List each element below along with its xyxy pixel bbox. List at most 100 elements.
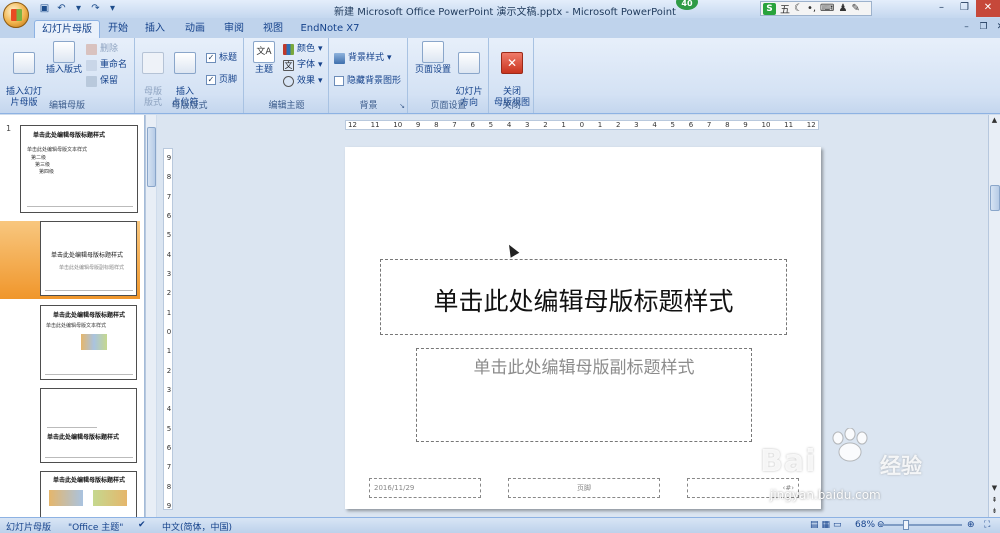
ime-mode-label[interactable]: 五 (780, 1, 790, 16)
ruler-tick-label: 1 (166, 347, 172, 356)
page-setup-button[interactable]: 页面设置 (413, 41, 453, 76)
title-check-icon: ✓ (206, 53, 216, 63)
horizontal-ruler[interactable]: 12 11 10 9 8 7 6 5 4 3 2 1 0 1 2 3 4 5 6 7 8 9 10 11 12 (345, 120, 819, 130)
tab-slide-master[interactable]: 幻灯片母版 (34, 20, 100, 38)
close-master-view-icon: ✕ (501, 52, 523, 74)
insert-layout-button[interactable]: 插入版式 (44, 41, 84, 76)
tab-insert[interactable]: 插入 (140, 20, 170, 38)
tab-endnote[interactable]: EndNote X7 (298, 20, 362, 38)
thumb-section-line (47, 427, 97, 428)
normal-view-icon[interactable]: ▤ (810, 520, 819, 530)
window-controls: – ❐ ✕ (930, 0, 1000, 17)
customize-qat-icon[interactable]: ▾ (106, 2, 119, 15)
user-icon[interactable]: ♟ (838, 3, 847, 14)
punctuation-icon[interactable]: •, (807, 3, 816, 14)
editor-vertical-scrollbar[interactable]: ▲ ▼ ⇞ ⇟ (988, 115, 1000, 517)
ruler-tick-label: 6 (688, 121, 694, 129)
baidu-jingyan-watermark: Bai 经验 jingyan.baidu.com (760, 428, 950, 510)
delete-button[interactable]: 删除 (86, 42, 118, 56)
master-layout-icon (142, 52, 164, 74)
thumbnail-scrollbar[interactable] (145, 115, 156, 517)
slideshow-icon[interactable]: ▭ (833, 520, 842, 530)
footer-checkbox[interactable]: ✓ 页脚 (206, 73, 237, 87)
thumbnail-slide-master[interactable]: 单击此处编辑母版标题样式 单击此处编辑母版文本样式 第二级 第三级 第四级 (20, 125, 138, 213)
title-placeholder[interactable]: 单击此处编辑母版标题样式 (380, 259, 787, 335)
status-theme[interactable]: "Office 主题" (68, 520, 123, 533)
fit-to-window-icon[interactable]: ⛶ (984, 520, 990, 530)
thumbnail-scroll-thumb[interactable] (147, 127, 156, 187)
maximize-icon[interactable]: ❐ (953, 0, 976, 17)
zoom-level[interactable]: 68% (855, 520, 875, 530)
sogou-icon[interactable]: S (763, 2, 776, 15)
ruler-tick-label: 8 (166, 482, 172, 491)
thumbnail-two-content-layout[interactable]: 单击此处编辑母版标题样式 (40, 471, 137, 517)
ruler-tick-label: 3 (166, 386, 172, 394)
spellcheck-icon[interactable]: ✔ (138, 520, 146, 530)
slide-sorter-icon[interactable]: ▦ (822, 520, 831, 530)
colors-button[interactable]: 颜色 ▾ (283, 42, 323, 56)
ruler-tick-label: 2 (166, 289, 172, 298)
thumb-footer-line (27, 206, 133, 207)
ruler-tick-label: 3 (634, 121, 639, 129)
slide-title-text[interactable]: 单击此处编辑母版标题样式 (381, 282, 786, 318)
tab-home[interactable]: 开始 (103, 20, 133, 38)
scroll-down-icon[interactable]: ▼ (989, 483, 1000, 493)
ruler-tick-label: 6 (470, 121, 475, 129)
thumbnail-content-layout[interactable]: 单击此处编辑母版标题样式 单击此处编辑母版文本样式 (40, 305, 137, 380)
tab-animations[interactable]: 动画 (180, 20, 210, 38)
hide-background-check-icon (334, 76, 344, 86)
save-icon[interactable]: ▣ (38, 2, 51, 15)
office-button[interactable] (3, 2, 29, 28)
scroll-up-icon[interactable]: ▲ (989, 115, 1000, 125)
editor-scroll-thumb[interactable] (990, 185, 1000, 211)
theme-button[interactable]: 文A 主题 (251, 41, 277, 76)
title-checkbox[interactable]: ✓ 标题 (206, 51, 237, 65)
redo-icon[interactable]: ↷ (89, 2, 102, 15)
rename-button[interactable]: 重命名 (86, 58, 127, 72)
zoom-slider[interactable] (880, 524, 962, 526)
ribbon-restore-icon[interactable]: ❐ (977, 21, 990, 34)
vertical-ruler[interactable]: 9 8 7 6 5 4 3 2 1 0 1 2 3 4 5 6 7 8 9 (163, 148, 173, 510)
thumb-level3: 第三级 (35, 162, 51, 168)
slide-canvas[interactable]: 单击此处编辑母版标题样式 单击此处编辑母版副标题样式 2016/11/29 页脚… (345, 147, 821, 509)
subtitle-placeholder[interactable]: 单击此处编辑母版副标题样式 (416, 348, 752, 442)
zoom-in-icon[interactable]: ⊕ (967, 520, 975, 530)
status-language[interactable]: 中文(简体，中国) (162, 520, 232, 533)
footer-placeholder[interactable]: 页脚 (508, 478, 660, 498)
previous-slide-icon[interactable]: ⇞ (989, 495, 1000, 505)
ruler-tick-label: 7 (706, 121, 712, 129)
keyboard-icon[interactable]: ⌨ (820, 3, 834, 14)
preserve-button[interactable]: 保留 (86, 74, 118, 88)
page-setup-label: 页面设置 (414, 65, 451, 75)
group-edit-master: 插入幻灯 片母版 插入版式 删除 重命名 保留 编辑母版 (0, 38, 135, 113)
hide-background-checkbox[interactable]: 隐藏背景图形 (334, 74, 401, 88)
thumbnail-section-layout[interactable]: 单击此处编辑母版标题样式 (40, 388, 137, 463)
help-close-icon[interactable]: ✕ (994, 21, 1000, 34)
ime-toolbar: S 五 ☾ •, ⌨ ♟ ✎ (760, 1, 872, 16)
baidu-paw-icon (832, 428, 868, 462)
office-logo-icon (11, 9, 22, 21)
date-placeholder[interactable]: 2016/11/29 (369, 478, 481, 498)
fonts-button[interactable]: 文字体 ▾ (283, 58, 323, 72)
tools-icon[interactable]: ✎ (851, 3, 859, 14)
zoom-slider-knob[interactable] (903, 520, 910, 530)
undo-dropdown-icon[interactable]: ▾ (72, 2, 85, 15)
thumbnail-title-layout[interactable]: 单击此处编辑母版标题样式 单击此处编辑母版副标题样式 (40, 221, 137, 296)
ruler-tick-label: 2 (166, 366, 172, 375)
ruler-tick-label: 9 (743, 121, 748, 129)
ruler-tick-label: 7 (166, 192, 172, 201)
tab-view[interactable]: 视图 (258, 20, 288, 38)
next-slide-icon[interactable]: ⇟ (989, 506, 1000, 516)
background-dialog-launcher-icon[interactable]: ↘ (399, 102, 405, 110)
tab-review[interactable]: 审阅 (219, 20, 249, 38)
colors-label: 颜色 (297, 44, 316, 54)
background-styles-button[interactable]: 背景样式 ▾ (334, 51, 392, 65)
slides-thumbnail-pane[interactable]: 1 单击此处编辑母版标题样式 单击此处编辑母版文本样式 第二级 第三级 第四级 … (0, 115, 145, 517)
undo-icon[interactable]: ↶ (55, 2, 68, 15)
moon-icon[interactable]: ☾ (794, 3, 803, 14)
ribbon-minimize-icon[interactable]: – (960, 21, 973, 34)
slide-subtitle-text[interactable]: 单击此处编辑母版副标题样式 (417, 353, 751, 378)
close-icon[interactable]: ✕ (976, 0, 1000, 17)
minimize-icon[interactable]: – (930, 0, 953, 17)
effects-button[interactable]: 效果 ▾ (283, 74, 323, 88)
